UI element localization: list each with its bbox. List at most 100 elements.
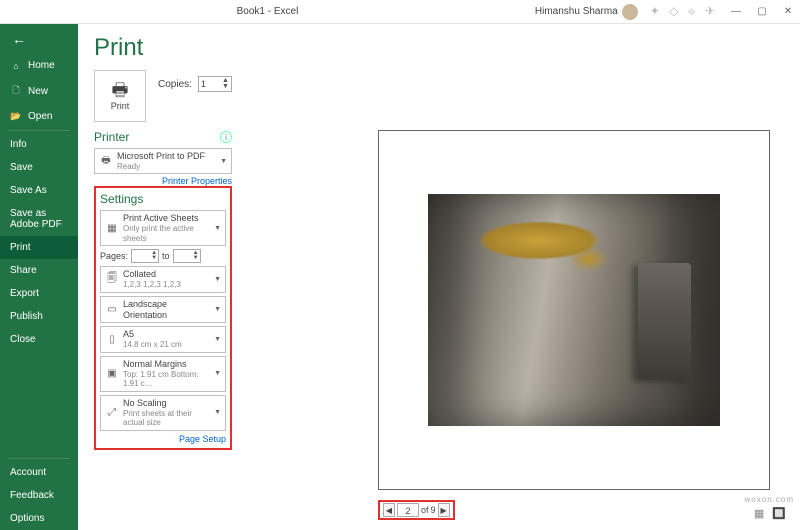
user-area[interactable]: Himanshu Sharma — [535, 4, 644, 20]
combo-title: Normal Margins — [123, 359, 210, 370]
printer-icon: 🖶 — [112, 81, 129, 99]
margins[interactable]: ▣ Normal MarginsTop: 1.91 cm Bottom: 1.9… — [100, 356, 226, 392]
sidebar-item-saveas-adobe[interactable]: Save as Adobe PDF — [0, 202, 78, 236]
printer-status: Ready — [117, 162, 216, 172]
restore-button[interactable]: ▢ — [750, 2, 774, 22]
prev-page-button[interactable]: ◀ — [383, 503, 395, 517]
close-window-button[interactable]: ✕ — [776, 2, 800, 22]
sidebar-item-home[interactable]: ⌂ Home — [0, 54, 78, 77]
sidebar-label: Publish — [10, 311, 43, 322]
combo-sub: Top: 1.91 cm Bottom: 1.91 c… — [123, 370, 210, 389]
sidebar-item-open[interactable]: 📂 Open — [0, 105, 78, 128]
sidebar-label: Options — [10, 513, 44, 524]
sidebar-item-options[interactable]: Options — [0, 507, 78, 530]
backstage-sidebar: ← ⌂ Home 🗋 New 📂 Open Info Save Save As Sav… — [0, 24, 78, 530]
copies-spinner[interactable]: 1 ▲▼ — [198, 76, 232, 92]
settings-heading: Settings — [100, 192, 143, 206]
sidebar-item-close[interactable]: Close — [0, 328, 78, 351]
sidebar-label: Open — [28, 111, 52, 122]
scaling-selector[interactable]: ⤢ No ScalingPrint sheets at their actual… — [100, 395, 226, 431]
sidebar-label: Account — [10, 467, 46, 478]
copies-value: 1 — [201, 79, 206, 89]
chevron-down-icon: ▼ — [214, 370, 221, 377]
pager-of-label: of — [421, 505, 429, 515]
sidebar-item-feedback[interactable]: Feedback — [0, 484, 78, 507]
current-page-input[interactable]: 2 — [397, 503, 419, 517]
app-title: Book1 - Excel — [0, 6, 535, 17]
combo-sub: Only print the active sheets — [123, 224, 210, 243]
avatar — [622, 4, 638, 20]
user-name: Himanshu Sharma — [535, 6, 618, 17]
chevron-down-icon: ▼ — [214, 336, 221, 343]
sidebar-item-account[interactable]: Account — [0, 461, 78, 484]
combo-title: Landscape Orientation — [123, 299, 210, 321]
sidebar-item-new[interactable]: 🗋 New — [0, 77, 78, 105]
pages-to-spinner[interactable]: ▲▼ — [173, 249, 201, 263]
chevron-down-icon: ▼ — [214, 409, 221, 416]
sidebar-item-publish[interactable]: Publish — [0, 305, 78, 328]
printer-device-icon: 🖶 — [99, 154, 113, 168]
chevron-down-icon: ▼ — [220, 158, 227, 165]
collate-icon: 🗐 — [105, 273, 119, 287]
collate-selector[interactable]: 🗐 Collated1,2,3 1,2,3 1,2,3 ▼ — [100, 266, 226, 292]
print-button[interactable]: 🖶 Print — [94, 70, 146, 122]
combo-sub: 1,2,3 1,2,3 1,2,3 — [123, 280, 210, 290]
printer-properties-link[interactable]: Printer Properties — [94, 176, 232, 186]
printer-heading: Printer — [94, 130, 129, 144]
sidebar-item-info[interactable]: Info — [0, 133, 78, 156]
pager-total: 9 — [431, 505, 436, 515]
header-doodles: ✦ ◇ ⟡ ✈ — [644, 4, 724, 19]
main-area: Print 🖶 Print Copies: 1 ▲▼ Printer i 🖶 M… — [78, 24, 800, 530]
zoom-to-page-button[interactable]: 🔲 — [772, 507, 786, 520]
sidebar-label: Save as Adobe PDF — [10, 208, 68, 230]
page-setup-link[interactable]: Page Setup — [100, 434, 226, 444]
pages-range-row: Pages: ▲▼ to ▲▼ — [100, 249, 226, 263]
new-icon: 🗋 — [10, 83, 22, 99]
pages-to-label: to — [162, 251, 170, 261]
sidebar-item-save[interactable]: Save — [0, 156, 78, 179]
sidebar-item-saveas[interactable]: Save As — [0, 179, 78, 202]
minimize-button[interactable]: — — [724, 2, 748, 22]
sidebar-item-share[interactable]: Share — [0, 259, 78, 282]
pages-label: Pages: — [100, 251, 128, 261]
combo-sub: Print sheets at their actual size — [123, 409, 210, 428]
show-margins-button[interactable]: ▦ — [754, 507, 764, 520]
printer-name: Microsoft Print to PDF — [117, 151, 216, 162]
print-preview — [378, 130, 770, 490]
sidebar-label: Export — [10, 288, 39, 299]
sidebar-label: Share — [10, 265, 37, 276]
home-icon: ⌂ — [10, 61, 22, 71]
printer-selector[interactable]: 🖶 Microsoft Print to PDF Ready ▼ — [94, 148, 232, 174]
print-what-selector[interactable]: ▦ Print Active SheetsOnly print the acti… — [100, 210, 226, 246]
combo-title: Print Active Sheets — [123, 213, 210, 224]
page-title: Print — [94, 34, 784, 62]
open-icon: 📂 — [10, 111, 22, 122]
sidebar-label: Close — [10, 334, 36, 345]
sidebar-label: New — [28, 86, 48, 97]
next-page-button[interactable]: ▶ — [438, 503, 450, 517]
landscape-icon: ▭ — [105, 303, 119, 317]
chevron-down-icon: ▼ — [214, 276, 221, 283]
chevron-down-icon: ▼ — [214, 306, 221, 313]
title-bar: Book1 - Excel Himanshu Sharma ✦ ◇ ⟡ ✈ — … — [0, 0, 800, 24]
pages-from-spinner[interactable]: ▲▼ — [131, 249, 159, 263]
sidebar-item-export[interactable]: Export — [0, 282, 78, 305]
preview-page — [378, 130, 770, 490]
settings-panel: Settings ▦ Print Active SheetsOnly print… — [94, 186, 232, 449]
back-button[interactable]: ← — [0, 24, 78, 54]
preview-image — [428, 194, 721, 427]
scaling-icon: ⤢ — [105, 406, 119, 420]
combo-title: No Scaling — [123, 398, 210, 409]
margins-icon: ▣ — [105, 367, 119, 381]
sidebar-label: Feedback — [10, 490, 54, 501]
sidebar-item-print[interactable]: Print — [0, 236, 78, 259]
page-navigator: ◀ 2 of 9 ▶ — [378, 500, 455, 520]
spinner-arrows-icon: ▲▼ — [222, 78, 229, 90]
sidebar-label: Home — [28, 60, 55, 71]
chevron-down-icon: ▼ — [214, 225, 221, 232]
orientation-selector[interactable]: ▭ Landscape Orientation ▼ — [100, 296, 226, 324]
paper-size-selector[interactable]: ▯ A514.8 cm x 21 cm ▼ — [100, 326, 226, 352]
copies-label: Copies: — [158, 79, 192, 90]
print-button-label: Print — [111, 101, 130, 111]
printer-info-icon[interactable]: i — [220, 131, 232, 143]
